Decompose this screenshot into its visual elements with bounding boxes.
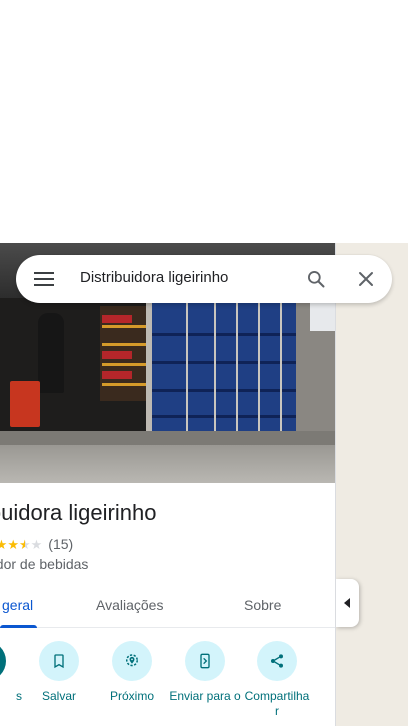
nearby-button[interactable]: Próximo: [96, 641, 168, 704]
place-category[interactable]: edor de bebidas: [0, 556, 88, 572]
place-title: ibuidora ligeirinho: [0, 500, 157, 525]
close-icon: [359, 272, 373, 286]
empty-star-icon: ★: [30, 536, 43, 552]
tab-overview[interactable]: geral: [2, 597, 33, 613]
star-icon: ★: [0, 538, 7, 551]
star-icon: ★: [7, 536, 19, 552]
send-to-phone-icon: [200, 653, 210, 669]
share-button[interactable]: Compartilha r: [241, 641, 313, 719]
search-box: Distribuidora ligeirinho: [16, 255, 392, 303]
search-icon: [308, 271, 325, 288]
chevron-left-icon: [343, 598, 350, 608]
collapse-panel-button[interactable]: [336, 579, 359, 627]
directions-button[interactable]: s: [0, 641, 22, 704]
nearby-label: Próximo: [109, 689, 154, 703]
save-button[interactable]: Salvar: [23, 641, 95, 704]
search-input[interactable]: Distribuidora ligeirinho: [80, 269, 228, 286]
menu-button[interactable]: [30, 267, 58, 291]
map-canvas[interactable]: [336, 243, 408, 726]
rating-count[interactable]: (15): [48, 536, 73, 552]
hamburger-menu-icon: [34, 272, 54, 286]
half-star-icon: ★: [18, 536, 31, 552]
place-panel: ibuidora ligeirinho ★ ★ ★ ★ ★ (15) edor …: [0, 243, 336, 726]
send-to-phone-button[interactable]: Enviar para o: [169, 641, 241, 704]
nearby-icon: [126, 654, 138, 667]
directions-icon: [0, 641, 6, 681]
rating-stars: ★ ★ ★ ★ ★: [0, 538, 42, 551]
share-icon: [271, 654, 283, 668]
active-tab-indicator: [0, 625, 37, 628]
place-tabs: geral Avaliações Sobre: [0, 586, 335, 628]
directions-label: s: [16, 689, 22, 703]
save-label: Salvar: [41, 689, 76, 703]
rating-row[interactable]: ★ ★ ★ ★ ★ (15): [0, 535, 73, 553]
clear-search-button[interactable]: [352, 265, 380, 293]
tab-about[interactable]: Sobre: [244, 597, 281, 613]
share-label: Compartilha r: [244, 689, 310, 718]
send-to-phone-label: Enviar para o: [169, 689, 241, 703]
bookmark-icon: [54, 654, 64, 669]
tab-reviews[interactable]: Avaliações: [96, 597, 163, 613]
search-button[interactable]: [302, 265, 330, 293]
